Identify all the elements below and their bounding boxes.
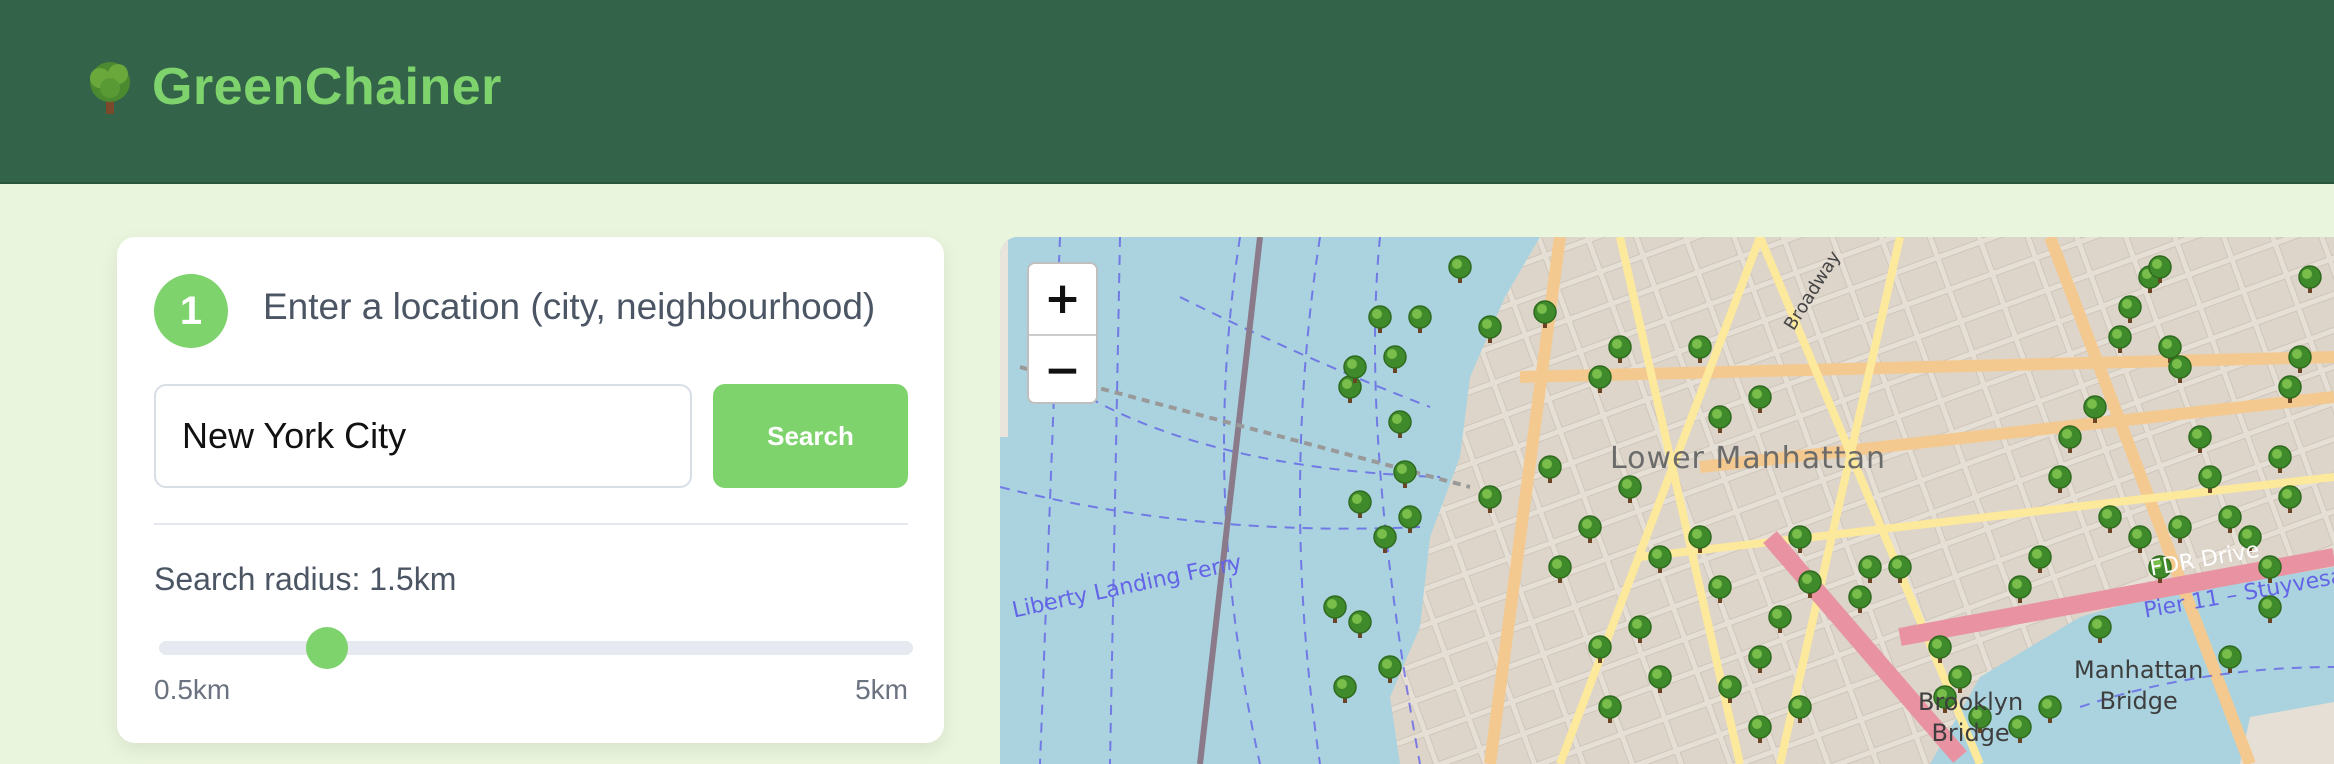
step-badge: 1 <box>154 274 228 348</box>
radius-min-label: 0.5km <box>154 674 231 705</box>
map-label-brooklyn-bridge: Brooklyn Bridge <box>1918 688 2024 748</box>
map-view[interactable]: + − Lower Manhattan Liberty Landing Ferr… <box>1000 237 2334 764</box>
map-label-manhattan-bridge: Manhattan Bridge <box>2074 656 2204 716</box>
zoom-out-button[interactable]: − <box>1029 334 1096 402</box>
zoom-control: + − <box>1027 262 1098 404</box>
step-label: Enter a location (city, neighbourhood) <box>263 286 876 327</box>
divider <box>154 523 908 525</box>
radius-label: Search radius: 1.5km <box>154 561 457 597</box>
radius-slider-thumb[interactable] <box>305 627 348 669</box>
location-panel: 1 Enter a location (city, neighbourhood)… <box>117 237 944 743</box>
tree-icon <box>90 62 130 114</box>
jersey-shore <box>1000 237 1008 437</box>
zoom-in-button[interactable]: + <box>1029 264 1096 334</box>
app-header: GreenChainer <box>0 0 2334 184</box>
map-label-lower-manhattan: Lower Manhattan <box>1610 441 1887 476</box>
radius-max-label: 5km <box>855 674 908 705</box>
app-title: GreenChainer <box>152 58 502 116</box>
brand[interactable]: GreenChainer <box>84 58 502 116</box>
location-input[interactable] <box>154 384 692 488</box>
radius-slider-track[interactable] <box>159 641 913 655</box>
search-button[interactable]: Search <box>713 384 908 488</box>
